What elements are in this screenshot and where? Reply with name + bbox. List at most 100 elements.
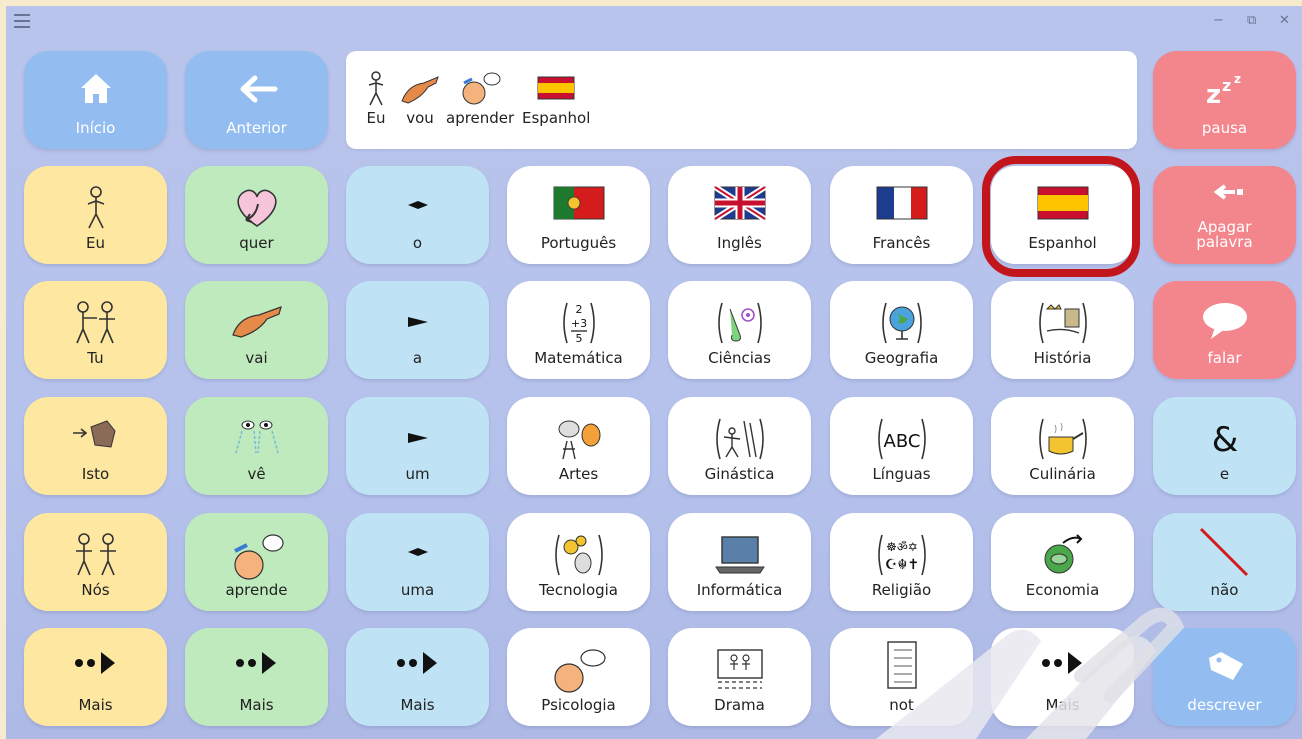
cell-quer[interactable]: quer — [185, 166, 328, 264]
restore-button[interactable]: ⧉ — [1247, 12, 1256, 30]
sentence-word: vou — [398, 71, 442, 127]
speech-bubble-icon — [1202, 303, 1247, 339]
home-label: Início — [75, 119, 116, 137]
svg-text:&: & — [1211, 420, 1238, 457]
cell-label: e — [1219, 465, 1230, 483]
cell-label: Apagar palavra — [1196, 218, 1253, 251]
describe-button[interactable]: descrever — [1153, 628, 1296, 726]
svg-text:z: z — [1234, 72, 1241, 86]
cell-isto[interactable]: Isto — [24, 397, 167, 495]
cell-label: Tu — [87, 349, 104, 367]
arts-masks-icon — [558, 420, 600, 460]
cell-eu[interactable]: Eu — [24, 166, 167, 264]
history-castle-icon — [1038, 302, 1087, 344]
cell-vai[interactable]: vai — [185, 281, 328, 379]
cell-label: o — [412, 234, 423, 252]
cell-a[interactable]: a — [346, 281, 489, 379]
minimize-button[interactable]: − — [1213, 12, 1224, 30]
cell-label: Tecnologia — [539, 581, 618, 599]
more-arrow-icon — [74, 652, 115, 674]
thinking-head-icon — [233, 534, 284, 580]
cell-nos[interactable]: Nós — [24, 513, 167, 611]
cell-mais-3[interactable]: Mais — [346, 628, 489, 726]
cell-ve[interactable]: vê — [185, 397, 328, 495]
two-people-pointing-icon — [75, 301, 115, 344]
cell-nao[interactable]: não — [1153, 513, 1296, 611]
globe-icon — [881, 302, 922, 344]
cell-linguas[interactable]: ABC Línguas — [830, 397, 973, 495]
cell-mais-4[interactable]: Mais — [991, 628, 1134, 726]
cell-notas[interactable]: not — [830, 628, 973, 726]
cell-aprende[interactable]: aprende — [185, 513, 328, 611]
cell-label: Nós — [81, 581, 110, 599]
cell-label: vai — [245, 349, 268, 367]
delete-word-button[interactable]: Apagar palavra — [1153, 166, 1296, 264]
selection-highlight-ring — [982, 156, 1140, 277]
cell-ciencias[interactable]: Ciências — [668, 281, 811, 379]
article-marker-icon — [407, 317, 428, 327]
cell-informatica[interactable]: Informática — [668, 513, 811, 611]
cell-uma[interactable]: uma — [346, 513, 489, 611]
cell-psicologia[interactable]: Psicologia — [507, 628, 650, 726]
cell-matematica[interactable]: 2 +3 5 Matemática — [507, 281, 650, 379]
cell-religiao[interactable]: ☸ॐ✡ ☪☬✝ Religião — [830, 513, 973, 611]
arrow-left-icon — [240, 75, 277, 103]
portugal-flag-icon — [553, 186, 604, 220]
cell-artes[interactable]: Artes — [507, 397, 650, 495]
cell-portugues[interactable]: Português — [507, 166, 650, 264]
backspace-arrow-icon — [1213, 184, 1243, 200]
cell-tecnologia[interactable]: Tecnologia — [507, 513, 650, 611]
negation-slash-icon — [1199, 527, 1248, 577]
cell-ingles[interactable]: Inglês — [668, 166, 811, 264]
back-button[interactable]: Anterior — [185, 51, 328, 149]
religion-symbols-icon: ☸ॐ✡ ☪☬✝ — [877, 534, 926, 576]
svg-text:z: z — [1206, 80, 1221, 107]
science-icon — [717, 302, 762, 344]
cell-economia[interactable]: Economia — [991, 513, 1134, 611]
cell-label: Mais — [1045, 696, 1080, 714]
pause-button[interactable]: z z z pausa — [1153, 51, 1296, 149]
uk-flag-icon — [713, 186, 766, 220]
word-eu: Eu — [366, 109, 386, 127]
speak-button[interactable]: falar — [1153, 281, 1296, 379]
hamburger-icon[interactable] — [14, 14, 34, 28]
article-marker-icon — [407, 201, 428, 209]
app-window: − ⧉ ✕ Início Anterior Eu vou aprender Es — [6, 6, 1302, 739]
cell-label: Mais — [400, 696, 435, 714]
cell-label: Ginástica — [704, 465, 775, 483]
cell-label: descrever — [1187, 696, 1262, 714]
cell-mais-2[interactable]: Mais — [185, 628, 328, 726]
economy-icon — [1044, 534, 1082, 574]
cell-label: Ciências — [708, 349, 771, 367]
close-button[interactable]: ✕ — [1279, 12, 1290, 30]
cell-geografia[interactable]: Geografia — [830, 281, 973, 379]
cell-label: Mais — [239, 696, 274, 714]
france-flag-icon — [876, 186, 927, 220]
home-button[interactable]: Início — [24, 51, 167, 149]
cell-culinaria[interactable]: Culinária — [991, 397, 1134, 495]
title-bar: − ⧉ ✕ — [6, 6, 1302, 36]
cell-um[interactable]: um — [346, 397, 489, 495]
cell-label: Geografia — [864, 349, 939, 367]
cell-label: falar — [1207, 349, 1242, 367]
cell-label: Inglês — [717, 234, 762, 252]
svg-text:+3: +3 — [570, 317, 586, 330]
person-icon — [368, 71, 384, 106]
cell-tu[interactable]: Tu — [24, 281, 167, 379]
cell-label: Isto — [81, 465, 110, 483]
sentence-bar[interactable]: Eu vou aprender Espanhol — [346, 51, 1137, 149]
cell-mais-1[interactable]: Mais — [24, 628, 167, 726]
cell-label: um — [405, 465, 430, 483]
cell-label: quer — [239, 234, 274, 252]
cell-historia[interactable]: História — [991, 281, 1134, 379]
cell-o[interactable]: o — [346, 166, 489, 264]
svg-text:5: 5 — [575, 332, 582, 345]
cell-drama[interactable]: Drama — [668, 628, 811, 726]
laptop-icon — [714, 536, 765, 574]
more-arrow-icon — [396, 652, 437, 674]
cell-ginastica[interactable]: Ginástica — [668, 397, 811, 495]
cell-frances[interactable]: Francês — [830, 166, 973, 264]
cell-label: História — [1033, 349, 1092, 367]
cell-e[interactable]: & e — [1153, 397, 1296, 495]
cell-label: Economia — [1025, 581, 1100, 599]
